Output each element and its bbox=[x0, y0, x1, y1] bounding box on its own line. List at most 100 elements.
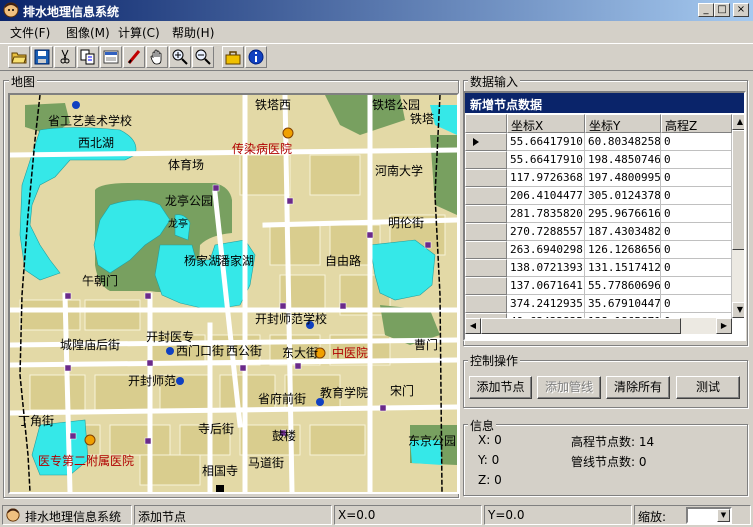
zoom-dropdown[interactable]: ▼ bbox=[686, 507, 732, 524]
map-image-icon[interactable] bbox=[100, 46, 122, 68]
table-cell[interactable]: 0 bbox=[661, 259, 732, 277]
table-cell[interactable]: 281.7835820 bbox=[507, 205, 585, 223]
table-row[interactable]: 374.2412935 35.67910447 0 bbox=[465, 295, 732, 313]
pen-icon[interactable] bbox=[123, 46, 145, 68]
table-cell[interactable]: 263.6940298 bbox=[507, 241, 585, 259]
pipe-node-count: 管线节点数: 0 bbox=[571, 455, 647, 469]
status-bar: 排水地理信息系统 添加节点 X=0.0 Y=0.0 缩放: ▼ bbox=[0, 503, 753, 527]
table-cell[interactable]: 0 bbox=[661, 169, 732, 187]
menu-help[interactable]: 帮助(H) bbox=[172, 24, 214, 41]
table-row[interactable]: 117.9726368 197.4800995 0 bbox=[465, 169, 732, 187]
table-cell[interactable]: 295.9676616 bbox=[585, 205, 661, 223]
open-folder-icon[interactable] bbox=[8, 46, 30, 68]
row-header[interactable] bbox=[465, 259, 507, 277]
table-row[interactable]: 138.0721393 131.1517412 0 bbox=[465, 259, 732, 277]
scroll-up-arrow-icon[interactable]: ▲ bbox=[732, 114, 744, 130]
table-cell[interactable]: 374.2412935 bbox=[507, 295, 585, 313]
table-cell[interactable]: 197.4800995 bbox=[585, 169, 661, 187]
add-pipe-button[interactable]: 添加管线 bbox=[537, 376, 601, 399]
map-label: 鼓楼 bbox=[272, 428, 296, 443]
table-cell[interactable]: 131.1517412 bbox=[585, 259, 661, 277]
add-node-button[interactable]: 添加节点 bbox=[469, 376, 532, 399]
table-cell[interactable]: 0 bbox=[661, 241, 732, 259]
table-cell[interactable]: 0 bbox=[661, 295, 732, 313]
zoom-in-icon[interactable] bbox=[169, 46, 191, 68]
bag-icon[interactable] bbox=[222, 46, 244, 68]
table-cell[interactable]: 60.80348258 bbox=[585, 133, 661, 151]
table-cell[interactable]: 305.0124378 bbox=[585, 187, 661, 205]
scroll-left-arrow-icon[interactable]: ◀ bbox=[465, 318, 481, 334]
save-icon[interactable] bbox=[31, 46, 53, 68]
table-row[interactable]: 137.0671641 55.77860696 0 bbox=[465, 277, 732, 295]
row-header[interactable] bbox=[465, 169, 507, 187]
table-cell[interactable]: 55.66417910 bbox=[507, 151, 585, 169]
map-label: 省工艺美术学校 bbox=[48, 113, 132, 128]
table-cell[interactable]: 55.77860696 bbox=[585, 277, 661, 295]
scroll-thumb[interactable] bbox=[481, 318, 681, 334]
scroll-thumb[interactable] bbox=[732, 130, 744, 250]
table-cell[interactable]: 187.4303482 bbox=[585, 223, 661, 241]
info-x-value: X: 0 bbox=[478, 433, 502, 447]
column-header-y[interactable]: 坐标Y bbox=[585, 114, 661, 133]
scroll-right-arrow-icon[interactable]: ▶ bbox=[716, 318, 732, 334]
scroll-down-arrow-icon[interactable]: ▼ bbox=[732, 302, 744, 318]
table-cell[interactable]: 0 bbox=[661, 133, 732, 151]
maximize-button[interactable]: □ bbox=[714, 3, 730, 17]
clear-all-button[interactable]: 清除所有 bbox=[606, 376, 670, 399]
row-header[interactable] bbox=[465, 205, 507, 223]
map-view[interactable]: 省工艺美术学校 西北湖 铁塔西 铁塔公园 铁塔 传染病医院 体育场 河南大学 龙… bbox=[8, 93, 459, 494]
table-cell[interactable]: 0 bbox=[661, 205, 732, 223]
table-cell[interactable]: 138.0721393 bbox=[507, 259, 585, 277]
window-title: 排水地理信息系统 bbox=[23, 5, 120, 19]
table-cell[interactable]: 198.4850746 bbox=[585, 151, 661, 169]
map-canvas[interactable]: 省工艺美术学校 西北湖 铁塔西 铁塔公园 铁塔 传染病医院 体育场 河南大学 龙… bbox=[10, 95, 457, 492]
info-group-label: 信息 bbox=[468, 417, 497, 434]
table-cell[interactable]: 0 bbox=[661, 277, 732, 295]
info-icon[interactable] bbox=[245, 46, 267, 68]
grid-horizontal-scrollbar[interactable]: ◀ ▶ bbox=[465, 318, 732, 334]
zoom-out-icon[interactable] bbox=[192, 46, 214, 68]
grid-vertical-scrollbar[interactable]: ▲ ▼ bbox=[732, 114, 744, 318]
table-cell[interactable]: 137.0671641 bbox=[507, 277, 585, 295]
table-row[interactable]: 206.4104477 305.0124378 0 bbox=[465, 187, 732, 205]
menu-calculate[interactable]: 计算(C) bbox=[118, 24, 160, 41]
row-header[interactable] bbox=[465, 187, 507, 205]
row-header[interactable] bbox=[465, 295, 507, 313]
table-cell[interactable]: 270.7288557 bbox=[507, 223, 585, 241]
table-row[interactable]: 263.6940298 126.1268656 0 bbox=[465, 241, 732, 259]
cut-icon[interactable] bbox=[54, 46, 76, 68]
table-cell[interactable]: 0 bbox=[661, 187, 732, 205]
column-header-x[interactable]: 坐标X bbox=[507, 114, 585, 133]
table-cell[interactable]: 0 bbox=[661, 223, 732, 241]
map-label: 开封医专 bbox=[146, 329, 194, 344]
table-row[interactable]: 55.66417910 60.80348258 0 bbox=[465, 133, 732, 151]
menu-bar: 文件(F) 图像(M) 计算(C) 帮助(H) bbox=[0, 21, 753, 41]
row-header[interactable] bbox=[465, 277, 507, 295]
row-header[interactable] bbox=[465, 223, 507, 241]
menu-image[interactable]: 图像(M) bbox=[66, 24, 110, 41]
row-header[interactable] bbox=[465, 133, 507, 151]
grid-header: 坐标X 坐标Y 高程Z bbox=[465, 114, 732, 133]
table-row[interactable]: 281.7835820 295.9676616 0 bbox=[465, 205, 732, 223]
test-button[interactable]: 测试 bbox=[676, 376, 740, 399]
table-cell[interactable]: 55.66417910 bbox=[507, 133, 585, 151]
copy-icon[interactable] bbox=[77, 46, 99, 68]
table-cell[interactable]: 206.4104477 bbox=[507, 187, 585, 205]
row-header[interactable] bbox=[465, 241, 507, 259]
map-label: 铁塔 bbox=[410, 112, 434, 126]
table-row[interactable]: 55.66417910 198.4850746 0 bbox=[465, 151, 732, 169]
chevron-down-icon[interactable]: ▼ bbox=[717, 509, 730, 522]
table-cell[interactable]: 117.9726368 bbox=[507, 169, 585, 187]
column-header-z[interactable]: 高程Z bbox=[661, 114, 732, 133]
row-header[interactable] bbox=[465, 151, 507, 169]
map-label: 东京公园 bbox=[408, 434, 456, 448]
hand-pan-icon[interactable] bbox=[146, 46, 168, 68]
table-cell[interactable]: 126.1268656 bbox=[585, 241, 661, 259]
table-row[interactable]: 270.7288557 187.4303482 0 bbox=[465, 223, 732, 241]
node-data-grid[interactable]: 新增节点数据 坐标X 坐标Y 高程Z 55.66417910 60.8034825… bbox=[463, 91, 746, 341]
table-cell[interactable]: 0 bbox=[661, 151, 732, 169]
close-button[interactable]: × bbox=[733, 3, 749, 17]
table-cell[interactable]: 35.67910447 bbox=[585, 295, 661, 313]
minimize-button[interactable]: _ bbox=[698, 3, 714, 17]
menu-file[interactable]: 文件(F) bbox=[10, 24, 50, 41]
